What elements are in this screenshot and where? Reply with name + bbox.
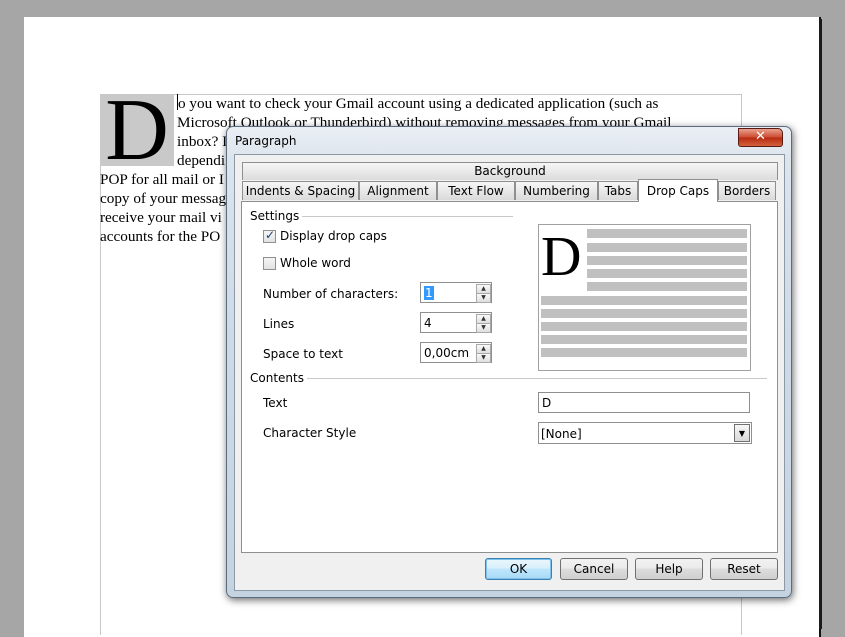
preview-drop-cap: D: [541, 226, 582, 288]
lines-value: 4: [424, 316, 432, 330]
drop-caps-panel: Settings ✓ Display drop caps Whole word …: [241, 201, 778, 553]
number-of-characters-label: Number of characters:: [263, 287, 399, 301]
preview-line: [587, 229, 747, 238]
check-icon: ✓: [265, 228, 276, 242]
document-drop-cap: D: [100, 94, 174, 166]
number-of-characters-stepper[interactable]: 1 ▲ ▼: [420, 282, 492, 303]
display-drop-caps-checkbox[interactable]: ✓: [263, 228, 276, 243]
spin-down-icon[interactable]: ▼: [476, 323, 491, 333]
space-to-text-value: 0,00cm: [424, 346, 470, 360]
tab-tabs[interactable]: Tabs: [598, 181, 638, 200]
display-drop-caps-label: Display drop caps: [280, 229, 387, 243]
preview-line: [541, 309, 747, 318]
chevron-down-icon[interactable]: ▼: [734, 424, 750, 442]
text-label: Text: [263, 396, 288, 410]
contents-separator: [250, 378, 767, 379]
lines-label: Lines: [263, 317, 295, 331]
preview-line: [587, 243, 747, 252]
preview-line: [541, 335, 747, 344]
drop-cap-text-input[interactable]: D: [538, 392, 750, 413]
page-shadow: [819, 19, 822, 629]
reset-button[interactable]: Reset: [710, 558, 778, 580]
preview-line: [587, 256, 747, 265]
spin-down-icon[interactable]: ▼: [476, 353, 491, 363]
ok-button[interactable]: OK: [485, 558, 552, 580]
preview-line: [541, 296, 747, 305]
help-button[interactable]: Help: [635, 558, 703, 580]
tab-indents-spacing[interactable]: Indents & Spacing: [242, 181, 359, 200]
drop-caps-preview: D: [538, 224, 751, 371]
number-of-characters-value: 1: [424, 286, 434, 300]
character-style-select[interactable]: [None] ▼: [538, 422, 752, 444]
title-bar[interactable]: [227, 127, 791, 155]
preview-line: [587, 282, 747, 291]
space-to-text-label: Space to text: [263, 347, 343, 361]
preview-line: [541, 348, 747, 357]
close-button[interactable]: ✕: [738, 128, 783, 147]
space-to-text-stepper[interactable]: 0,00cm ▲ ▼: [420, 342, 492, 363]
tab-text-flow[interactable]: Text Flow: [437, 181, 515, 200]
doc-line-1: o you want to check your Gmail account u…: [178, 95, 659, 112]
close-icon: ✕: [755, 129, 766, 144]
preview-line: [587, 269, 747, 278]
dialog-title: Paragraph: [235, 134, 297, 148]
whole-word-label: Whole word: [280, 256, 351, 270]
tab-alignment[interactable]: Alignment: [359, 181, 437, 200]
whole-word-checkbox[interactable]: [263, 257, 276, 270]
settings-group-label: Settings: [250, 209, 303, 223]
tab-numbering[interactable]: Numbering: [515, 181, 598, 200]
preview-line: [541, 322, 747, 331]
cancel-button[interactable]: Cancel: [560, 558, 628, 580]
contents-group-label: Contents: [250, 371, 307, 385]
tab-background[interactable]: Background: [242, 162, 778, 180]
character-style-label: Character Style: [263, 426, 357, 440]
lines-stepper[interactable]: 4 ▲ ▼: [420, 312, 492, 333]
tab-drop-caps[interactable]: Drop Caps: [638, 179, 718, 202]
tab-borders[interactable]: Borders: [718, 181, 776, 200]
dialog-client-area: Background Indents & Spacing Alignment T…: [234, 154, 785, 591]
character-style-value: [None]: [541, 427, 582, 441]
spin-down-icon[interactable]: ▼: [476, 293, 491, 303]
paragraph-dialog: Paragraph ✕ Background Indents & Spacing…: [226, 126, 792, 598]
